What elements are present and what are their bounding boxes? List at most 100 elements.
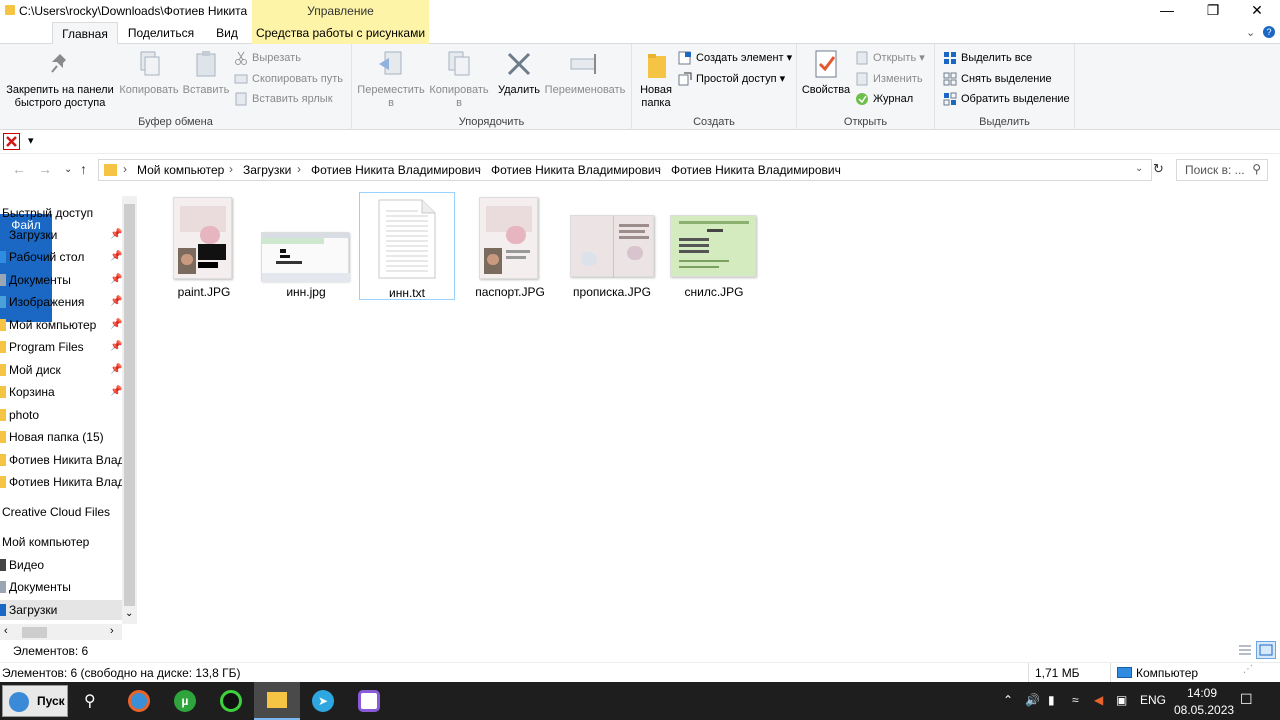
minimize-button[interactable]: —	[1144, 0, 1190, 22]
app-taskbar-button[interactable]	[346, 682, 392, 720]
chevron-down-icon[interactable]: ⌄	[1246, 26, 1255, 39]
speaker-muted-icon[interactable]: ◀	[1094, 693, 1103, 707]
edit-button[interactable]: Изменить	[855, 70, 923, 88]
nav-item-new-folder-15[interactable]: Новая папка (15)	[0, 427, 122, 447]
forward-arrow-icon[interactable]: →	[38, 161, 52, 177]
copy-path-button[interactable]: Скопировать путь	[234, 70, 343, 88]
paste-shortcut-button[interactable]: Вставить ярлык	[234, 90, 333, 108]
address-dropdown-icon[interactable]: ⌄	[1135, 163, 1143, 174]
telegram-taskbar-button[interactable]: ➤	[300, 682, 346, 720]
refresh-icon[interactable]: ↻	[1153, 161, 1164, 177]
tab-picture-tools[interactable]: Средства работы с рисунками	[252, 22, 429, 44]
utorrent-taskbar-button[interactable]: µ	[162, 682, 208, 720]
breadcrumb-folder-1[interactable]: Фотиев Никита Владимирович	[311, 163, 481, 177]
nav-item-videos[interactable]: Видео	[0, 555, 122, 575]
cut-button[interactable]: Вырезать	[234, 49, 301, 67]
breadcrumb-folder-2[interactable]: Фотиев Никита Владимирович	[491, 163, 661, 177]
clock-time[interactable]: 14:09	[1187, 686, 1217, 700]
breadcrumb-my-computer[interactable]: Мой компьютер	[137, 163, 224, 177]
delete-quick-icon[interactable]	[3, 133, 20, 150]
breadcrumb-separator: ›	[229, 162, 233, 176]
file-item-selected[interactable]: инн.txt	[359, 192, 455, 300]
file-item[interactable]: прописка.JPG	[564, 192, 660, 300]
volume-icon[interactable]: 🔊	[1025, 693, 1040, 707]
new-folder-button[interactable]: Новая папка	[636, 48, 676, 110]
game-app-taskbar-button[interactable]	[208, 682, 254, 720]
file-item[interactable]: снилс.JPG	[666, 192, 762, 300]
recent-locations-icon[interactable]: ⌄	[64, 164, 72, 175]
up-arrow-icon[interactable]: ↑	[80, 161, 87, 177]
clock-date[interactable]: 08.05.2023	[1174, 703, 1234, 717]
back-arrow-icon[interactable]: ←	[12, 161, 26, 177]
tab-home[interactable]: Главная	[52, 22, 118, 45]
file-explorer-taskbar-button[interactable]	[254, 682, 300, 720]
file-item[interactable]: paint.JPG	[156, 192, 252, 300]
nav-item-desktop[interactable]: Рабочий стол 📌	[0, 247, 122, 267]
large-icons-view-icon[interactable]	[1256, 641, 1276, 659]
delete-button[interactable]: Удалить	[494, 48, 544, 97]
wifi-icon[interactable]: ≈	[1072, 693, 1079, 707]
file-item[interactable]: инн.jpg	[258, 192, 354, 300]
battery-icon[interactable]: ▮	[1048, 693, 1055, 707]
browser-taskbar-button[interactable]	[116, 682, 162, 720]
vertical-scrollbar[interactable]: ⌄	[122, 196, 137, 624]
scroll-left-icon[interactable]: ‹	[4, 625, 8, 637]
nav-item-pc-downloads[interactable]: Загрузки	[0, 600, 122, 620]
select-none-button[interactable]: Снять выделение	[943, 70, 1052, 88]
scrollbar-thumb[interactable]	[22, 627, 47, 638]
nav-item-recycle-bin[interactable]: Корзина 📌	[0, 382, 122, 402]
help-icon[interactable]: ?	[1263, 26, 1275, 38]
paste-button[interactable]: Вставить	[182, 48, 230, 97]
search-taskbar-button[interactable]: ⚲	[70, 682, 116, 720]
nav-item-pictures[interactable]: Изображения 📌	[0, 292, 122, 312]
history-button[interactable]: Журнал	[855, 90, 913, 108]
easy-access-button[interactable]: Простой доступ ▾	[678, 70, 785, 88]
nav-my-computer[interactable]: Мой компьютер	[2, 532, 89, 552]
resize-grip-icon[interactable]: ⋰	[1243, 664, 1253, 675]
tab-view[interactable]: Вид	[204, 22, 250, 44]
copy-button[interactable]: Копировать	[118, 48, 180, 97]
nav-item-pc-documents[interactable]: Документы	[0, 577, 122, 597]
nav-item-fotiev-2[interactable]: Фотиев Никита Владимирович	[0, 472, 122, 492]
nav-item-fotiev-1[interactable]: Фотиев Никита Владимирович	[0, 450, 122, 470]
tab-share[interactable]: Поделиться	[120, 22, 202, 44]
nav-item-documents[interactable]: Документы 📌	[0, 270, 122, 290]
action-center-icon[interactable]: ☐	[1240, 691, 1253, 708]
file-item[interactable]: паспорт.JPG	[462, 192, 558, 300]
horizontal-scrollbar[interactable]: ‹ ›	[0, 624, 122, 640]
file-name: паспорт.JPG	[475, 285, 545, 299]
show-hidden-icons-icon[interactable]: ⌃	[1003, 693, 1013, 707]
address-bar[interactable]: › Мой компьютер › Загрузки › Фотиев Ники…	[98, 159, 1152, 181]
search-input[interactable]: Поиск в: ... ⚲	[1176, 159, 1268, 181]
customize-toolbar-icon[interactable]: ▾	[28, 134, 34, 147]
nav-item-downloads[interactable]: Загрузки 📌	[0, 225, 122, 245]
window-title: C:\Users\rocky\Downloads\Фотиев Никита .…	[19, 4, 249, 18]
breadcrumb-downloads[interactable]: Загрузки	[243, 163, 291, 177]
language-indicator[interactable]: ENG	[1140, 693, 1166, 707]
pin-icon: 📌	[110, 296, 122, 307]
close-button[interactable]: ✕	[1234, 0, 1280, 22]
scrollbar-thumb[interactable]	[124, 204, 135, 606]
move-to-button[interactable]: Переместить в	[356, 48, 426, 110]
rename-button[interactable]: Переименовать	[542, 48, 628, 97]
scroll-right-icon[interactable]: ›	[110, 625, 114, 637]
nav-creative-cloud[interactable]: Creative Cloud Files	[2, 502, 110, 522]
nav-item-my-drive[interactable]: Мой диск 📌	[0, 360, 122, 380]
nav-item-my-computer[interactable]: Мой компьютер 📌	[0, 315, 122, 335]
properties-button[interactable]: Свойства	[801, 48, 851, 97]
nav-quick-access[interactable]: Быстрый доступ	[2, 203, 93, 223]
new-item-button[interactable]: Создать элемент ▾	[678, 49, 792, 67]
details-view-icon[interactable]	[1238, 643, 1252, 657]
pin-quick-access-button[interactable]: Закрепить на панели быстрого доступа	[4, 48, 116, 110]
breadcrumb-folder-3[interactable]: Фотиев Никита Владимирович	[671, 163, 841, 177]
restore-button[interactable]: ❐	[1190, 0, 1236, 22]
copy-to-button[interactable]: Копировать в	[426, 48, 492, 110]
nav-item-program-files[interactable]: Program Files 📌	[0, 337, 122, 357]
nav-item-photo[interactable]: photo	[0, 405, 122, 425]
start-button[interactable]: Пуск	[2, 685, 68, 717]
select-all-button[interactable]: Выделить все	[943, 49, 1032, 67]
open-button[interactable]: Открыть ▾	[855, 49, 925, 67]
notification-app-icon[interactable]: ▣	[1116, 693, 1127, 707]
invert-selection-button[interactable]: Обратить выделение	[943, 90, 1070, 108]
scroll-down-icon[interactable]: ⌄	[125, 608, 133, 619]
